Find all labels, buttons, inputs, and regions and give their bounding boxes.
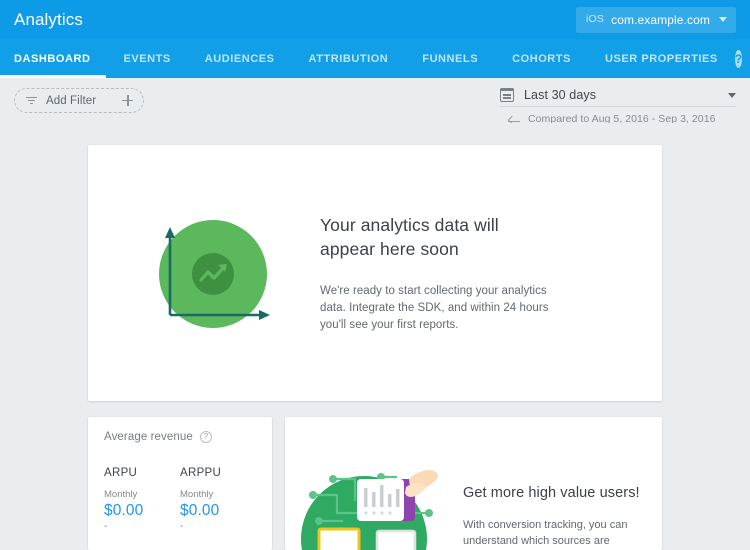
promo-heading: Get more high value users!: [463, 485, 640, 501]
date-range-control: Last 30 days Compared to Aug 5, 2016 - S…: [499, 87, 736, 125]
metric-arpu-period: Monthly: [104, 489, 138, 500]
tab-attribution-label: ATTRIBUTION: [308, 52, 389, 65]
platform-badge: iOS: [586, 13, 605, 26]
tab-attribution[interactable]: ATTRIBUTION: [292, 39, 406, 78]
tab-events-label: EVENTS: [123, 52, 171, 65]
average-revenue-title-row: Average revenue ?: [104, 431, 256, 443]
metric-arppu-period: Monthly: [180, 489, 214, 500]
revenue-metrics: ARPU Monthly $0.00 - ARPPU Monthly $0.00…: [104, 467, 256, 532]
app-header: Analytics iOS com.example.com: [0, 0, 750, 39]
tab-user-properties-label: USER PROPERTIES: [604, 52, 718, 65]
tab-events[interactable]: EVENTS: [106, 39, 187, 78]
conversion-tracking-tablet-icon: [301, 470, 439, 550]
tab-audiences[interactable]: AUDIENCES: [188, 39, 292, 78]
date-range-selector[interactable]: Last 30 days: [499, 87, 736, 107]
empty-state-illustration: [88, 212, 320, 334]
metric-arpu-value: $0.00: [104, 502, 144, 519]
tab-cohorts[interactable]: COHORTS: [495, 39, 588, 78]
filter-icon: [26, 96, 37, 105]
analytics-chart-circle-icon: [159, 220, 270, 328]
add-filter-button[interactable]: Add Filter: [14, 88, 145, 113]
average-revenue-card: Average revenue ? ARPU Monthly $0.00 - A…: [88, 417, 272, 550]
average-revenue-title: Average revenue: [104, 431, 193, 443]
empty-state-card: Your analytics data will appear here soo…: [88, 145, 662, 401]
promo-illustration: [285, 417, 463, 550]
date-range-label: Last 30 days: [524, 88, 597, 102]
tab-funnels-label: FUNNELS: [422, 52, 479, 65]
app-selector-button[interactable]: iOS com.example.com: [576, 6, 736, 33]
metric-arpu-delta: -: [104, 521, 108, 532]
tab-user-properties[interactable]: USER PROPERTIES: [588, 39, 735, 78]
empty-state-text: Your analytics data will appear here soo…: [320, 213, 592, 334]
tab-funnels[interactable]: FUNNELS: [405, 39, 495, 78]
tab-dashboard-label: DASHBOARD: [14, 52, 91, 65]
metric-arppu: ARPPU Monthly $0.00 -: [180, 467, 256, 532]
dashboard-content: Your analytics data will appear here soo…: [0, 123, 750, 550]
empty-state-body: We're ready to start collecting your ana…: [320, 284, 549, 331]
tab-cohorts-label: COHORTS: [512, 52, 571, 65]
help-icon[interactable]: ?: [734, 49, 743, 68]
help-circle-icon[interactable]: ?: [199, 431, 212, 443]
add-filter-label: Add Filter: [46, 94, 97, 107]
promo-card: Get more high value users! With conversi…: [285, 417, 662, 550]
metric-arpu: ARPU Monthly $0.00 -: [104, 467, 180, 532]
metric-arppu-name: ARPPU: [180, 467, 222, 479]
calendar-icon: [499, 87, 515, 102]
plus-icon: [122, 95, 134, 106]
metric-arppu-delta: -: [180, 521, 184, 532]
app-title: Analytics: [14, 9, 83, 29]
tab-dashboard[interactable]: DASHBOARD: [0, 39, 107, 78]
promo-body: With conversion tracking, you can unders…: [463, 519, 628, 547]
main-navigation: DASHBOARD EVENTS AUDIENCES ATTRIBUTION F…: [0, 39, 750, 78]
metric-arppu-value: $0.00: [180, 502, 220, 519]
control-bar: Add Filter Last 30 days Compared to Aug …: [0, 78, 750, 125]
chevron-down-icon: [719, 17, 727, 22]
tab-audiences-label: AUDIENCES: [204, 52, 275, 65]
promo-text: Get more high value users! With conversi…: [463, 417, 658, 549]
metric-arpu-name: ARPU: [104, 467, 138, 479]
empty-state-heading: Your analytics data will appear here soo…: [320, 214, 499, 259]
app-id-label: com.example.com: [611, 12, 710, 27]
chevron-down-icon: [728, 92, 736, 98]
